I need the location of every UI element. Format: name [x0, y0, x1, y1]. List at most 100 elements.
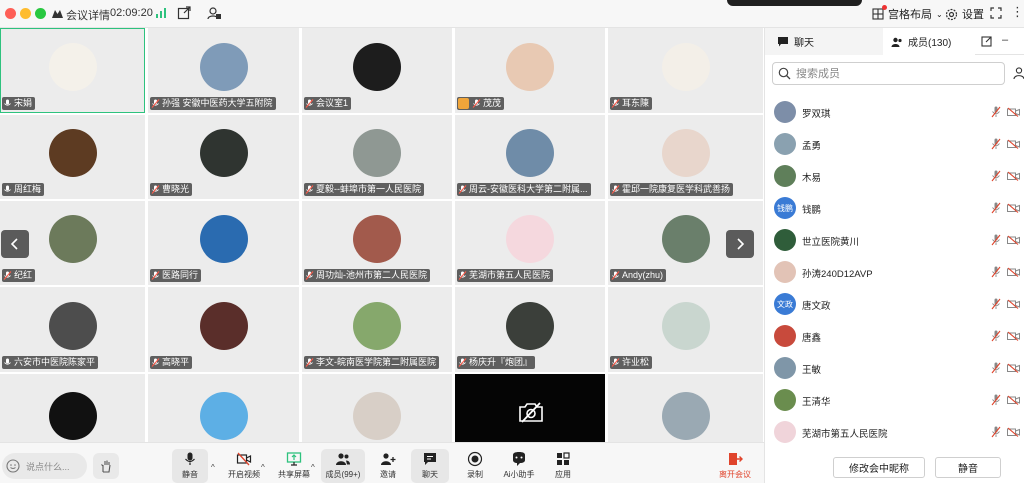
tab-members[interactable]: 成员(130)	[883, 28, 975, 55]
member-list-item[interactable]: 钱鹏 钱鹏	[765, 192, 1024, 224]
rename-button[interactable]: 修改会中昵称	[833, 457, 925, 478]
ai-assistant-button[interactable]: Ai小助手	[501, 449, 537, 483]
video-tile[interactable]	[608, 374, 763, 442]
microphone-muted-icon[interactable]	[991, 266, 1001, 278]
microphone-icon	[4, 99, 11, 106]
member-list-item[interactable]: 世立医院黄川	[765, 224, 1024, 256]
video-tile[interactable]: 杨庆升『炮团』	[455, 287, 605, 372]
video-options-chevron-icon[interactable]: ^	[261, 463, 265, 472]
microphone-muted-icon[interactable]	[991, 234, 1001, 246]
close-window-button[interactable]	[5, 8, 16, 19]
member-list-item[interactable]: 芜湖市第五人民医院	[765, 416, 1024, 448]
video-tile[interactable]	[148, 374, 299, 442]
video-tile[interactable]: 高晓平	[148, 287, 299, 372]
video-tile[interactable]: 耳东陳	[608, 28, 763, 113]
participant-name-label: 夏毅--蚌埠市第一人民医院	[304, 183, 424, 196]
video-tile[interactable]: 宋娟	[0, 28, 145, 113]
video-tile[interactable]: 周红梅	[0, 115, 145, 199]
member-list-item[interactable]: 木易	[765, 160, 1024, 192]
member-list-item[interactable]: 王敏	[765, 352, 1024, 384]
video-tile[interactable]: 茂茂	[455, 28, 605, 113]
participant-avatar	[353, 215, 401, 263]
share-options-chevron-icon[interactable]: ^	[311, 463, 315, 472]
video-tile[interactable]: 六安市中医院陈家平	[0, 287, 145, 372]
camera-off-icon[interactable]	[1007, 363, 1020, 373]
member-list-item[interactable]: 唐鑫	[765, 320, 1024, 352]
invite-member-icon[interactable]	[1013, 66, 1024, 80]
raise-hand-button[interactable]	[93, 453, 119, 479]
share-screen-button[interactable]: 共享屏幕	[277, 449, 311, 483]
chat-button[interactable]: 聊天	[411, 449, 449, 483]
layout-menu-button[interactable]: 宫格布局 ⌄	[872, 5, 943, 22]
video-tile[interactable]	[302, 374, 452, 442]
audio-options-chevron-icon[interactable]: ^	[211, 463, 215, 472]
microphone-muted-icon[interactable]	[991, 202, 1001, 214]
microphone-muted-icon	[611, 99, 620, 108]
microphone-muted-icon[interactable]	[991, 138, 1001, 150]
video-tile[interactable]: 夏毅--蚌埠市第一人民医院	[302, 115, 452, 199]
microphone-muted-icon[interactable]	[991, 106, 1001, 118]
member-avatar	[774, 357, 796, 379]
record-button[interactable]: 录制	[461, 449, 489, 483]
microphone-muted-icon[interactable]	[991, 330, 1001, 342]
close-panel-icon[interactable]: –	[1002, 34, 1008, 46]
video-tile[interactable]: 会议室1	[302, 28, 452, 113]
video-tile[interactable]: 许业松	[608, 287, 763, 372]
video-tile[interactable]: 周功灿-池州市第二人民医院	[302, 201, 452, 285]
camera-off-icon[interactable]	[1007, 299, 1020, 309]
video-tile[interactable]: 李文-皖南医学院第二附属医院	[302, 287, 452, 372]
settings-button[interactable]: 设置	[945, 6, 984, 22]
video-tile[interactable]: 霍邱一院康复医学科武善扬	[608, 115, 763, 199]
quick-chat-input[interactable]: 说点什么...	[2, 453, 87, 479]
maximize-window-button[interactable]	[35, 8, 46, 19]
popout-icon[interactable]	[981, 36, 992, 47]
next-page-button[interactable]	[726, 230, 754, 258]
video-tile[interactable]	[455, 374, 605, 442]
member-name: 王清华	[802, 397, 831, 408]
video-tile[interactable]	[0, 374, 145, 442]
camera-off-icon[interactable]	[1007, 139, 1020, 149]
mute-button[interactable]: 静音	[172, 449, 208, 483]
minimize-window-button[interactable]	[20, 8, 31, 19]
member-list-item[interactable]: 罗双琪	[765, 96, 1024, 128]
apps-button[interactable]: 应用	[549, 449, 577, 483]
microphone-muted-icon[interactable]	[991, 298, 1001, 310]
member-search-input[interactable]	[796, 67, 986, 80]
camera-off-icon[interactable]	[1007, 107, 1020, 117]
video-tile[interactable]: 周云-安徽医科大学第二附属...	[455, 115, 605, 199]
member-list-item[interactable]: 文政 唐文政	[765, 288, 1024, 320]
member-list-item[interactable]: 孙涛240D12AVP	[765, 256, 1024, 288]
camera-off-icon[interactable]	[1007, 331, 1020, 341]
video-tile[interactable]: 医路同行	[148, 201, 299, 285]
meeting-details-link[interactable]: 会议详情	[66, 7, 110, 23]
microphone-muted-icon[interactable]	[991, 394, 1001, 406]
fullscreen-icon[interactable]	[990, 7, 1002, 19]
tab-chat[interactable]: 聊天	[765, 28, 883, 55]
share-link-icon[interactable]	[177, 6, 191, 20]
member-search-box[interactable]	[772, 62, 1005, 85]
video-tile[interactable]: 孙强 安徽中医药大学五附院	[148, 28, 299, 113]
microphone-muted-icon[interactable]	[991, 362, 1001, 374]
participant-name-label: 周云-安徽医科大学第二附属...	[457, 183, 591, 196]
user-status-icon[interactable]	[207, 6, 222, 21]
signal-strength-icon[interactable]	[155, 7, 167, 19]
camera-off-icon[interactable]	[1007, 427, 1020, 437]
member-list-item[interactable]: 孟勇	[765, 128, 1024, 160]
start-video-button[interactable]: 开启视频	[228, 449, 260, 483]
microphone-muted-icon[interactable]	[991, 426, 1001, 438]
invite-button[interactable]: 邀请	[374, 449, 402, 483]
previous-page-button[interactable]	[1, 230, 29, 258]
camera-off-icon[interactable]	[1007, 171, 1020, 181]
video-tile[interactable]: 曹晓光	[148, 115, 299, 199]
members-button[interactable]: 成员(99+)	[321, 449, 365, 483]
member-list-item[interactable]: 王清华	[765, 384, 1024, 416]
microphone-muted-icon[interactable]	[991, 170, 1001, 182]
camera-off-icon[interactable]	[1007, 267, 1020, 277]
more-options-icon[interactable]: ⋮	[1011, 4, 1024, 20]
camera-off-icon[interactable]	[1007, 235, 1020, 245]
mute-all-button[interactable]: 静音	[935, 457, 1001, 478]
camera-off-icon[interactable]	[1007, 395, 1020, 405]
video-tile[interactable]: 芜湖市第五人民医院	[455, 201, 605, 285]
camera-off-icon[interactable]	[1007, 203, 1020, 213]
leave-meeting-button[interactable]: 离开会议	[716, 449, 754, 483]
